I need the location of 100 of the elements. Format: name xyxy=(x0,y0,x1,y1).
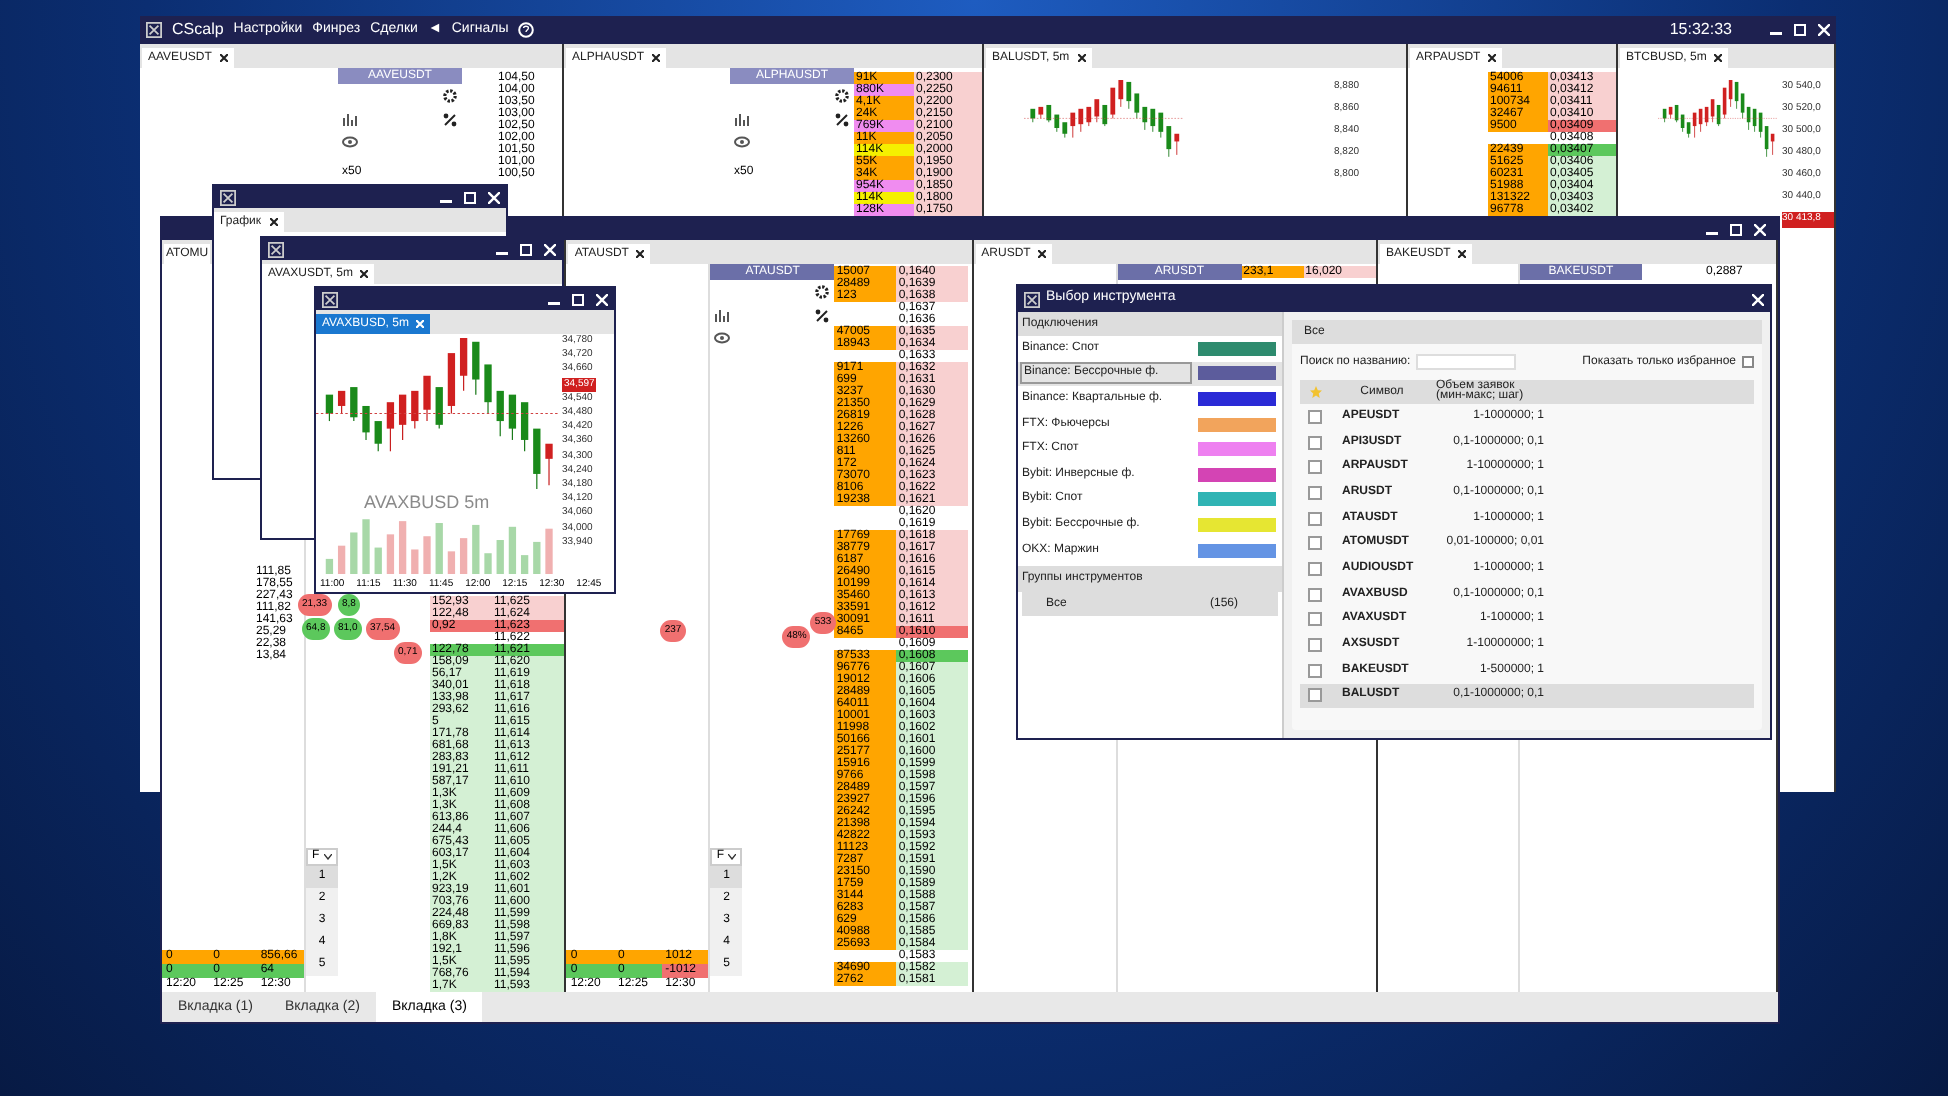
volume-bar xyxy=(350,532,358,574)
volume-bar xyxy=(398,521,407,574)
candle xyxy=(484,364,492,415)
favorite-checkbox[interactable] xyxy=(1308,435,1322,450)
maximize-icon[interactable] xyxy=(464,191,476,203)
settings-icon[interactable] xyxy=(442,88,458,104)
favorite-checkbox[interactable] xyxy=(1308,460,1322,475)
maximize-icon[interactable] xyxy=(520,243,532,255)
volume-bar xyxy=(508,526,517,574)
candle xyxy=(435,387,443,430)
help-icon[interactable] xyxy=(518,22,535,38)
app-logo-icon xyxy=(268,241,284,257)
eye-icon[interactable] xyxy=(734,136,750,148)
percent-icon[interactable] xyxy=(442,112,458,128)
candle xyxy=(374,421,382,453)
chart-icon[interactable] xyxy=(734,112,750,128)
candle xyxy=(533,428,541,490)
close-icon[interactable] xyxy=(652,54,661,62)
color-swatch[interactable] xyxy=(1198,543,1276,558)
maximize-icon[interactable] xyxy=(1730,223,1742,235)
color-swatch[interactable] xyxy=(1198,341,1276,356)
candle xyxy=(362,405,370,441)
close-icon[interactable] xyxy=(360,270,369,278)
eye-icon[interactable] xyxy=(342,136,358,148)
close-icon[interactable] xyxy=(1077,54,1086,62)
volume-bar xyxy=(435,523,443,574)
volume-bar xyxy=(520,555,529,574)
settings-icon[interactable] xyxy=(834,88,850,104)
close-icon[interactable] xyxy=(1488,54,1497,62)
price-line xyxy=(1658,118,1778,119)
favorite-checkbox[interactable] xyxy=(1308,561,1322,576)
color-swatch[interactable] xyxy=(1198,391,1276,406)
volume-bar xyxy=(386,534,395,574)
close-icon[interactable] xyxy=(636,250,645,258)
candle xyxy=(472,341,480,396)
caret-icon xyxy=(728,854,736,860)
candle xyxy=(337,390,346,415)
volume-bar xyxy=(325,558,334,574)
volume-bar xyxy=(484,553,492,574)
app-logo-icon xyxy=(146,22,162,38)
favorite-checkbox[interactable] xyxy=(1308,409,1322,424)
eye-icon[interactable] xyxy=(714,332,731,344)
candle xyxy=(398,394,407,441)
chart-icon[interactable] xyxy=(714,308,731,324)
candle xyxy=(423,375,431,422)
candle xyxy=(447,353,456,415)
candle xyxy=(350,387,358,422)
favorite-checkbox[interactable] xyxy=(1308,587,1322,602)
search-field[interactable] xyxy=(1416,354,1517,370)
favorite-checkbox[interactable] xyxy=(1308,485,1322,500)
favorite-checkbox[interactable] xyxy=(1308,638,1322,653)
app-title: CScalp xyxy=(172,18,224,42)
color-swatch[interactable] xyxy=(1198,492,1276,507)
candle xyxy=(411,390,419,430)
volume-bar xyxy=(496,540,504,574)
candle xyxy=(459,338,468,392)
color-swatch[interactable] xyxy=(1198,417,1276,432)
chart-icon[interactable] xyxy=(342,112,358,128)
color-swatch[interactable] xyxy=(1198,517,1276,532)
settings-icon[interactable] xyxy=(814,284,831,300)
color-swatch[interactable] xyxy=(1198,366,1276,381)
volume-bar xyxy=(411,549,419,574)
close-icon[interactable] xyxy=(1458,250,1467,258)
close-icon[interactable] xyxy=(219,54,228,62)
volume-bar xyxy=(374,547,382,574)
volume-bar xyxy=(459,538,468,574)
favorite-checkbox[interactable] xyxy=(1308,688,1322,703)
volume-bar xyxy=(423,536,431,574)
favorite-checkbox[interactable] xyxy=(1308,663,1322,678)
star-icon xyxy=(1310,386,1322,398)
volume-bar xyxy=(362,519,370,574)
volume-bar xyxy=(447,551,456,574)
maximize-icon[interactable] xyxy=(1794,24,1806,36)
chart-watermark: AVAXBUSD 5m xyxy=(364,492,490,512)
volume-bar xyxy=(472,524,480,574)
maximize-icon[interactable] xyxy=(572,293,584,305)
color-swatch[interactable] xyxy=(1198,442,1276,457)
percent-icon[interactable] xyxy=(814,308,831,324)
favorite-checkbox[interactable] xyxy=(1308,536,1322,551)
candle xyxy=(508,394,517,441)
close-icon[interactable] xyxy=(1038,250,1047,258)
close-icon[interactable] xyxy=(1714,54,1723,62)
favorite-checkbox[interactable] xyxy=(1308,612,1322,627)
clock: 15:32:33 xyxy=(1669,18,1732,42)
candle xyxy=(496,390,504,437)
candle xyxy=(325,394,334,422)
caret-icon xyxy=(323,854,332,860)
close-icon[interactable] xyxy=(269,218,277,226)
favorite-checkbox[interactable] xyxy=(1308,511,1322,526)
app-logo-icon xyxy=(1024,291,1040,307)
candle xyxy=(386,402,395,453)
volume-bar xyxy=(337,545,346,574)
candle xyxy=(545,443,553,486)
color-swatch[interactable] xyxy=(1198,467,1276,482)
volume-bar xyxy=(533,541,541,574)
volume-bar xyxy=(545,528,553,574)
app-logo-icon xyxy=(322,291,338,307)
candle xyxy=(520,402,529,453)
favorites-checkbox[interactable] xyxy=(1742,356,1754,368)
percent-icon[interactable] xyxy=(834,112,850,128)
